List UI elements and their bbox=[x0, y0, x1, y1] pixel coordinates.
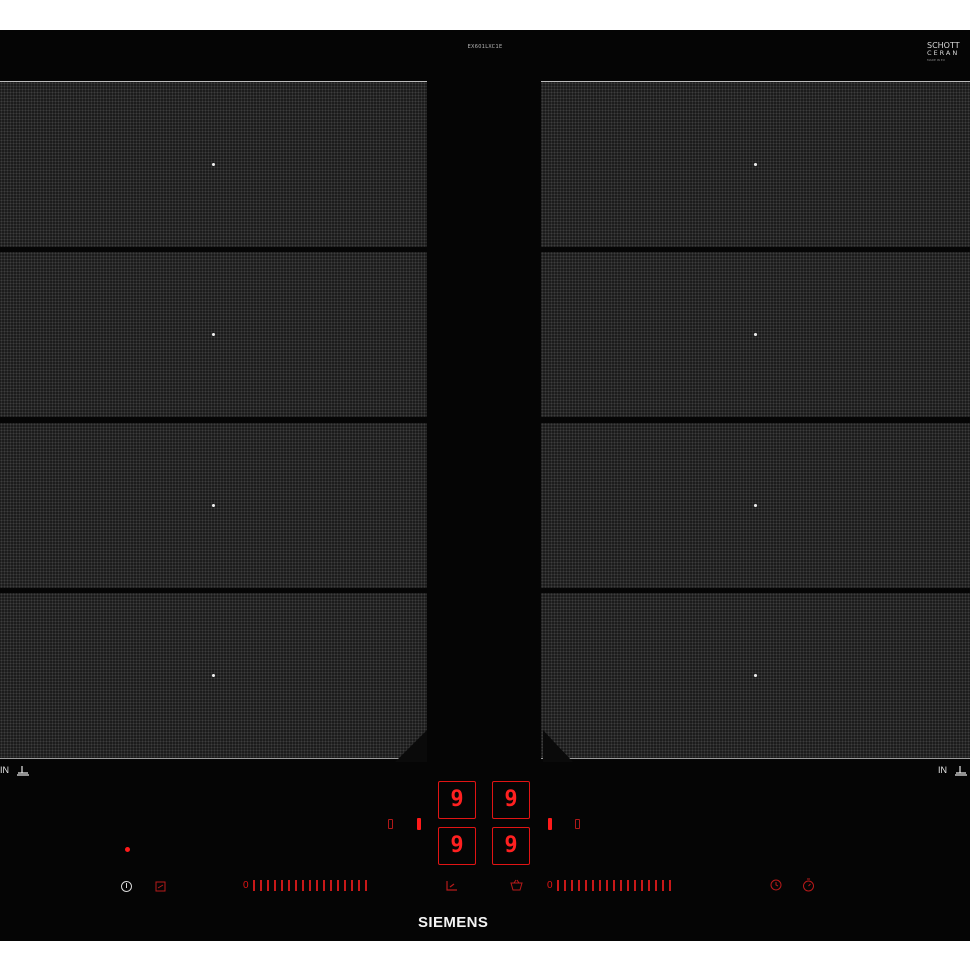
slider-tick[interactable] bbox=[364, 879, 367, 891]
power-display-bottom-left[interactable]: 9 bbox=[438, 827, 476, 865]
power-slider-right[interactable]: 0 bbox=[547, 878, 676, 892]
slider-tick[interactable] bbox=[605, 879, 608, 891]
slider-tick[interactable] bbox=[287, 879, 290, 891]
power-icon[interactable] bbox=[121, 881, 132, 892]
cooking-zone-left-3 bbox=[0, 423, 427, 588]
slider-tick[interactable] bbox=[661, 879, 664, 891]
lock-icon[interactable] bbox=[155, 881, 166, 892]
cooking-zone-right-1 bbox=[541, 81, 970, 247]
pot-icon-right bbox=[954, 766, 968, 779]
cooking-zone-left-1 bbox=[0, 81, 427, 247]
timer-icon[interactable] bbox=[770, 879, 782, 891]
slider-tick[interactable] bbox=[273, 879, 276, 891]
slider-tick[interactable] bbox=[252, 879, 255, 891]
slider-tick[interactable] bbox=[322, 879, 325, 891]
pot-icon bbox=[17, 766, 29, 776]
power-display-top-left[interactable]: 9 bbox=[438, 781, 476, 819]
glass-brand-line3: MADE IN EU bbox=[927, 57, 945, 62]
slider-zero-right[interactable]: 0 bbox=[547, 880, 553, 891]
zone-select-outline-right[interactable] bbox=[575, 819, 580, 829]
cooking-zone-right-4 bbox=[541, 593, 970, 759]
slider-tick[interactable] bbox=[336, 879, 339, 891]
zone-select-indicator-right[interactable] bbox=[548, 818, 552, 830]
slider-tick[interactable] bbox=[570, 879, 573, 891]
slider-tick[interactable] bbox=[294, 879, 297, 891]
zone-select-indicator-left[interactable] bbox=[417, 818, 421, 830]
slider-tick[interactable] bbox=[598, 879, 601, 891]
stopwatch-icon[interactable] bbox=[802, 878, 815, 892]
slider-tick[interactable] bbox=[626, 879, 629, 891]
standby-indicator bbox=[125, 847, 130, 852]
slider-tick[interactable] bbox=[301, 879, 304, 891]
brand-logo: SIEMENS bbox=[418, 914, 489, 931]
pot-icon-left bbox=[16, 766, 30, 779]
power-slider-left[interactable]: 0 bbox=[243, 878, 372, 892]
pot-icon bbox=[955, 766, 967, 776]
power-display-bottom-right[interactable]: 9 bbox=[492, 827, 530, 865]
slider-tick[interactable] bbox=[350, 879, 353, 891]
slider-tick[interactable] bbox=[357, 879, 360, 891]
center-notch-graphic bbox=[395, 730, 573, 762]
flex-zone-label-left: IN bbox=[0, 765, 9, 775]
slider-tick[interactable] bbox=[259, 879, 262, 891]
slider-tick[interactable] bbox=[343, 879, 346, 891]
slider-tick[interactable] bbox=[647, 879, 650, 891]
slider-tick[interactable] bbox=[654, 879, 657, 891]
slider-tick[interactable] bbox=[329, 879, 332, 891]
glass-brand-line2: CERAN bbox=[927, 49, 960, 57]
zone-select-outline-left[interactable] bbox=[388, 819, 393, 829]
slider-tick[interactable] bbox=[591, 879, 594, 891]
slider-tick[interactable] bbox=[619, 879, 622, 891]
basket-icon[interactable] bbox=[510, 879, 523, 892]
slider-tick[interactable] bbox=[668, 879, 671, 891]
cooking-zone-left-4 bbox=[0, 593, 427, 759]
cooking-zone-left-2 bbox=[0, 252, 427, 417]
wipe-protection-icon[interactable] bbox=[445, 880, 459, 892]
cooking-zone-right-3 bbox=[541, 423, 970, 588]
slider-tick[interactable] bbox=[266, 879, 269, 891]
slider-tick[interactable] bbox=[612, 879, 615, 891]
model-code: EX601LXC1E bbox=[467, 44, 503, 50]
slider-tick[interactable] bbox=[584, 879, 587, 891]
cooktop: EX601LXC1E SCHOTT CERAN MADE IN EU IN IN… bbox=[0, 30, 970, 941]
glass-brand-logo: SCHOTT CERAN MADE IN EU bbox=[927, 42, 960, 62]
slider-tick[interactable] bbox=[640, 879, 643, 891]
slider-tick[interactable] bbox=[556, 879, 559, 891]
slider-tick[interactable] bbox=[315, 879, 318, 891]
slider-tick[interactable] bbox=[563, 879, 566, 891]
slider-tick[interactable] bbox=[577, 879, 580, 891]
slider-zero-left[interactable]: 0 bbox=[243, 880, 249, 891]
flex-zone-label-right: IN bbox=[938, 765, 947, 775]
power-display-top-right[interactable]: 9 bbox=[492, 781, 530, 819]
slider-tick[interactable] bbox=[280, 879, 283, 891]
slider-tick[interactable] bbox=[633, 879, 636, 891]
cooking-zone-right-2 bbox=[541, 252, 970, 417]
slider-tick[interactable] bbox=[308, 879, 311, 891]
